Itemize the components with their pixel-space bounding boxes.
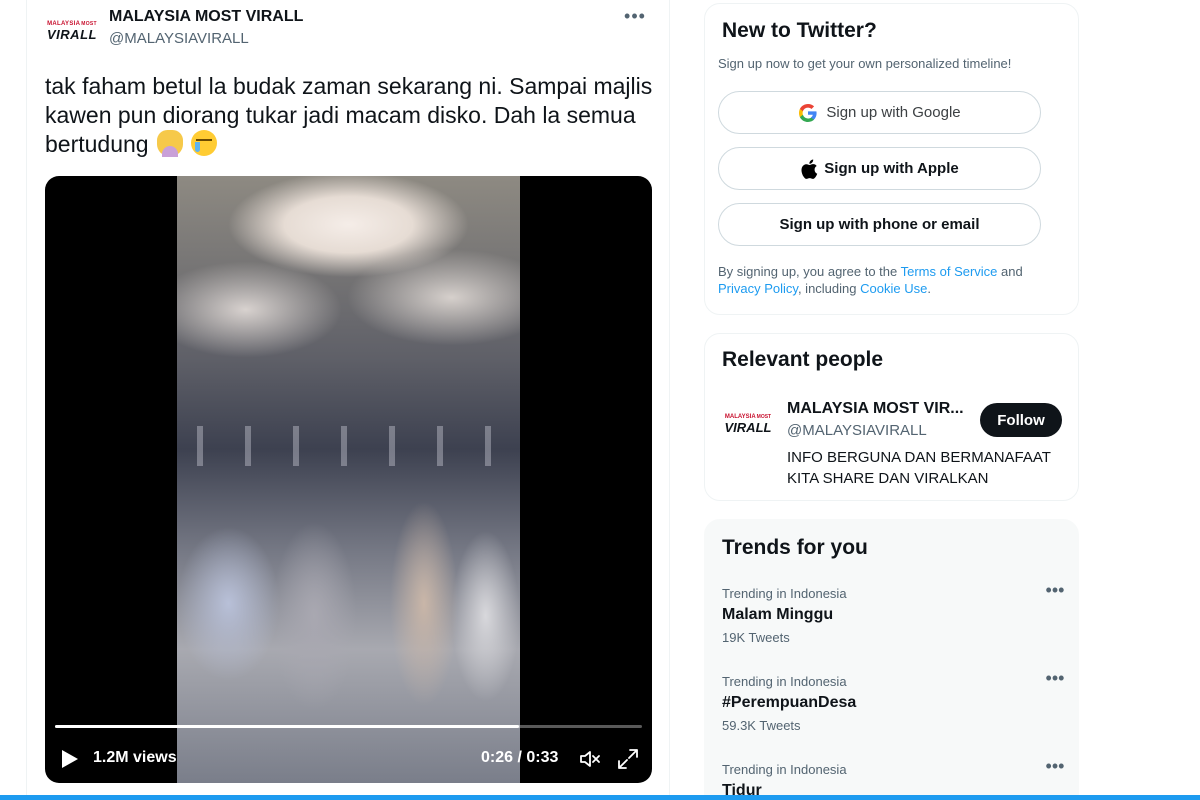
relevant-people-card: Relevant people MALAYSIAMOST VIRALL MALA… — [704, 333, 1079, 501]
video-views: 1.2M views — [93, 749, 177, 766]
signup-apple-label: Sign up with Apple — [824, 160, 959, 177]
tweet-text-container: tak faham betul la budak zaman sekarang … — [45, 72, 655, 159]
trends-title: Trends for you — [722, 536, 868, 559]
video-frame-crowd — [177, 466, 520, 716]
more-options-icon[interactable]: ••• — [623, 7, 647, 30]
trend-name: #PerempuanDesa — [722, 694, 857, 711]
legal-and: and — [997, 264, 1023, 279]
video-player[interactable]: 1.2M views 0:26 / 0:33 — [45, 176, 652, 783]
tweet-header: MALAYSIAMOST VIRALL MALAYSIA MOST VIRALL… — [47, 6, 657, 52]
video-progress-fill — [55, 725, 519, 728]
relevant-people-title: Relevant people — [722, 348, 884, 371]
person-name[interactable]: MALAYSIA MOST VIR... — [787, 400, 964, 418]
muted-speaker-icon[interactable] — [578, 747, 602, 771]
signup-google-label: Sign up with Google — [826, 104, 961, 121]
google-icon — [799, 103, 817, 122]
privacy-link[interactable]: Privacy Policy — [718, 281, 798, 296]
video-frame[interactable] — [177, 176, 520, 783]
bottom-banner-edge — [0, 795, 1200, 800]
fullscreen-icon[interactable] — [616, 747, 640, 771]
crying-face-icon — [191, 130, 218, 156]
trend-more-icon[interactable]: ••• — [1043, 669, 1067, 692]
video-time: 0:26 / 0:33 — [481, 749, 559, 766]
trend-more-icon[interactable]: ••• — [1043, 757, 1067, 780]
trend-item[interactable]: Trending in Indonesia Malam Minggu 19K T… — [722, 581, 1067, 656]
person-bio: INFO BERGUNA DAN BERMANAFAAT KITA SHARE … — [787, 449, 1051, 487]
trends-card: Trends for you Trending in Indonesia Mal… — [704, 519, 1079, 800]
terms-link[interactable]: Terms of Service — [901, 264, 998, 279]
legal-prefix: By signing up, you agree to the — [718, 264, 901, 279]
signup-title: New to Twitter? — [722, 19, 877, 42]
author-avatar[interactable]: MALAYSIAMOST VIRALL — [47, 14, 97, 48]
trend-context: Trending in Indonesia — [722, 586, 847, 601]
twitter-page: MALAYSIAMOST VIRALL MALAYSIA MOST VIRALL… — [0, 0, 1200, 800]
video-frame-lights — [197, 426, 497, 466]
trend-more-icon[interactable]: ••• — [1043, 581, 1067, 604]
apple-icon — [801, 159, 818, 179]
cookie-link[interactable]: Cookie Use — [860, 281, 927, 296]
trend-count: 19K Tweets — [722, 630, 790, 645]
follow-button[interactable]: Follow — [980, 403, 1062, 437]
signup-legal-text: By signing up, you agree to the Terms of… — [718, 263, 1063, 297]
legal-including: , including — [797, 281, 861, 296]
signup-subtitle: Sign up now to get your own personalized… — [718, 56, 1012, 71]
trend-count: 59.3K Tweets — [722, 718, 801, 733]
author-name[interactable]: MALAYSIA MOST VIRALL — [109, 8, 303, 26]
person-facepalming-icon — [156, 130, 183, 157]
play-icon[interactable] — [61, 749, 79, 769]
avatar-text-bottom: VIRALL — [47, 27, 97, 42]
signup-google-button[interactable]: Sign up with Google — [718, 91, 1041, 134]
tweet-text: tak faham betul la budak zaman sekarang … — [45, 73, 653, 157]
author-handle[interactable]: @MALAYSIAVIRALL — [109, 30, 249, 47]
trend-context: Trending in Indonesia — [722, 762, 847, 777]
legal-suffix: . — [927, 281, 931, 296]
person-avatar-text-bottom: VIRALL — [724, 420, 772, 435]
trend-item[interactable]: Trending in Indonesia #PerempuanDesa 59.… — [722, 669, 1067, 744]
person-handle[interactable]: @MALAYSIAVIRALL — [787, 422, 927, 439]
person-avatar[interactable]: MALAYSIAMOST VIRALL — [723, 409, 773, 439]
signup-phone-label: Sign up with phone or email — [779, 216, 980, 233]
trend-name: Malam Minggu — [722, 606, 834, 623]
signup-card: New to Twitter? Sign up now to get your … — [704, 3, 1079, 315]
signup-phone-button[interactable]: Sign up with phone or email — [718, 203, 1041, 246]
signup-apple-button[interactable]: Sign up with Apple — [718, 147, 1041, 190]
trend-context: Trending in Indonesia — [722, 674, 847, 689]
video-progress-bar[interactable] — [55, 725, 642, 728]
